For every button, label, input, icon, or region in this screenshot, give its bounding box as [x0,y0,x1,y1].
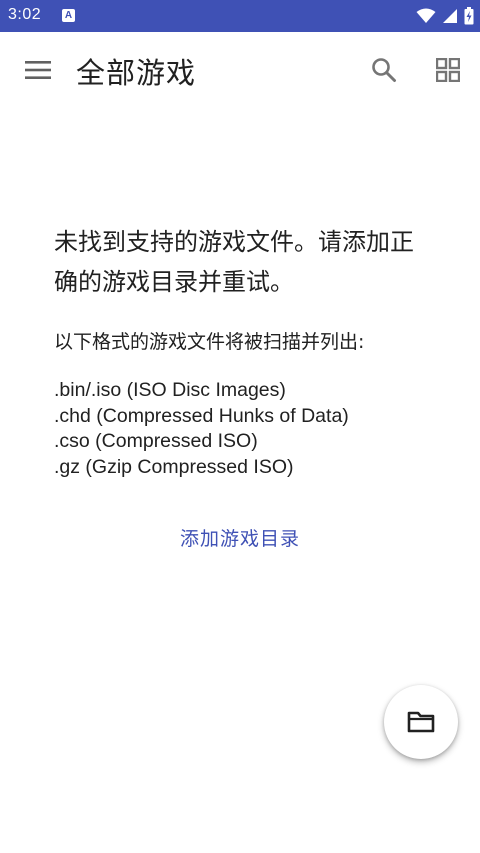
supported-formats-heading: 以下格式的游戏文件将被扫描并列出: [54,331,365,353]
add-game-directory-button[interactable]: 添加游戏目录 [0,524,480,551]
format-item: .gz (Gzip Compressed ISO) [54,455,294,478]
format-item: .bin/.iso (ISO Disc Images) [54,379,286,401]
status-time: 3:02 [8,6,42,23]
notification-app-icon: A [62,9,75,22]
wifi-icon [416,8,436,23]
battery-icon [464,7,474,25]
empty-state-message: 未找到支持的游戏文件。请添加正确的游戏目录并重试。 [54,228,414,296]
cellular-signal-icon [443,9,457,23]
page-title: 全部游戏 [76,56,197,90]
folder-icon [407,711,435,733]
app-bar: 全部游戏 [0,32,480,108]
format-item: .chd (Compressed Hunks of Data) [54,404,349,427]
supported-formats-list: .bin/.iso (ISO Disc Images) .chd (Compre… [54,378,349,480]
grid-view-button[interactable] [428,50,468,90]
add-folder-fab[interactable] [384,685,458,759]
hamburger-menu-icon [25,61,51,79]
status-bar: 3:02 A [0,0,480,32]
status-icons [416,6,474,26]
format-item: .cso (Compressed ISO) [54,430,258,452]
menu-button[interactable] [18,52,58,88]
grid-view-icon [436,58,460,82]
search-icon [372,58,396,82]
search-button[interactable] [364,50,404,90]
